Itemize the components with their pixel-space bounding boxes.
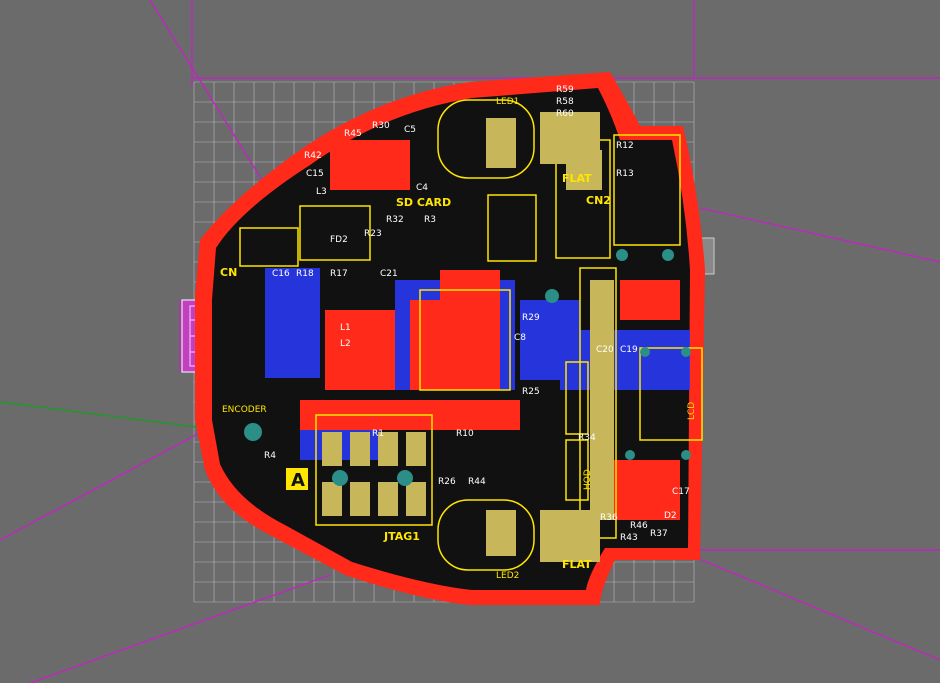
label-c16: C16 — [272, 269, 290, 279]
label-r42: R42 — [304, 151, 322, 161]
label-r10: R10 — [456, 429, 474, 439]
a-marker: A — [286, 468, 308, 491]
label-r13: R13 — [616, 169, 634, 179]
label-flat-bottom: FLAT — [562, 558, 592, 571]
label-led2: LED2 — [496, 571, 519, 581]
pcb-layout-canvas[interactable]: LED1 R59 R58 R60 R45 R42 R30 C5 C15 L3 C… — [0, 0, 940, 683]
label-c5: C5 — [404, 125, 416, 135]
label-lcd: LCD — [687, 402, 697, 420]
label-r17: R17 — [330, 269, 348, 279]
label-led1: LED1 — [496, 97, 519, 107]
label-l3: L3 — [316, 187, 327, 197]
label-c8: C8 — [514, 333, 526, 343]
label-r37: R37 — [650, 529, 668, 539]
label-jtag1: JTAG1 — [383, 530, 420, 543]
label-encoder: ENCODER — [222, 405, 267, 415]
label-r58: R58 — [556, 97, 574, 107]
label-r18: R18 — [296, 269, 314, 279]
label-c19: C19 — [620, 345, 638, 355]
label-r46: R46 — [630, 521, 648, 531]
label-c21: C21 — [380, 269, 398, 279]
label-r4: R4 — [264, 451, 276, 461]
label-c4: C4 — [416, 183, 428, 193]
label-c15: C15 — [306, 169, 324, 179]
label-cn2: CN2 — [586, 194, 611, 207]
label-r36: R36 — [600, 513, 618, 523]
label-r29: R29 — [522, 313, 540, 323]
label-flat-top: FLAT — [562, 172, 592, 185]
label-c17: C17 — [672, 487, 690, 497]
label-r26: R26 — [438, 477, 456, 487]
label-r1: R1 — [372, 429, 384, 439]
label-l1: L1 — [340, 323, 351, 333]
label-r45: R45 — [344, 129, 362, 139]
label-r44: R44 — [468, 477, 486, 487]
label-r30: R30 — [372, 121, 390, 131]
label-r12: R12 — [616, 141, 634, 151]
label-r32: R32 — [386, 215, 404, 225]
label-r3: R3 — [424, 215, 436, 225]
label-c20: C20 — [596, 345, 614, 355]
label-r34: R34 — [578, 433, 596, 443]
label-d2: D2 — [664, 511, 677, 521]
label-r43: R43 — [620, 533, 638, 543]
svg-text:A: A — [291, 470, 305, 491]
label-fd2: FD2 — [330, 235, 348, 245]
label-r59: R59 — [556, 85, 574, 95]
axis-line — [0, 401, 221, 431]
label-hod: HOD — [583, 469, 593, 490]
label-r23: R23 — [364, 229, 382, 239]
label-sd-card: SD CARD — [396, 196, 451, 209]
label-r60: R60 — [556, 109, 574, 119]
label-l2: L2 — [340, 339, 351, 349]
label-cn: CN — [220, 266, 237, 279]
label-r25: R25 — [522, 387, 540, 397]
